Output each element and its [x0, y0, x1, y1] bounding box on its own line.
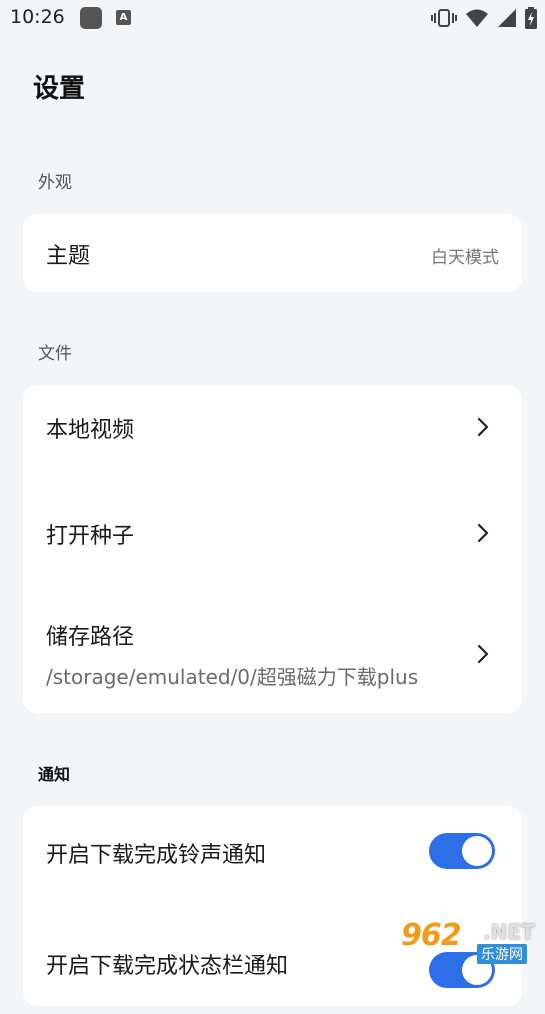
theme-row[interactable]: 主题 白天模式	[23, 214, 522, 292]
open-torrent-label: 打开种子	[46, 524, 135, 549]
wifi-icon	[465, 8, 489, 28]
download-ringtone-label: 开启下载完成铃声通知	[46, 843, 267, 868]
status-bar: 10:26 A	[0, 0, 545, 36]
files-card: 本地视频 打开种子 储存路径 /storage/emulated/0/超强磁力下…	[23, 385, 522, 713]
local-video-label: 本地视频	[46, 418, 135, 443]
watermark-subtitle: 乐游网	[477, 944, 527, 964]
section-label-notifications: 通知	[38, 765, 71, 784]
local-video-row[interactable]: 本地视频	[23, 385, 522, 471]
battery-charging-icon	[525, 7, 537, 29]
status-icons	[431, 6, 537, 30]
theme-value: 白天模式	[431, 248, 499, 268]
storage-path-label: 储存路径	[46, 625, 135, 650]
vibrate-icon	[431, 8, 457, 28]
open-torrent-row[interactable]: 打开种子	[23, 491, 522, 577]
watermark-domain: .NET	[483, 920, 535, 944]
chevron-right-icon	[477, 417, 489, 437]
theme-label: 主题	[46, 244, 91, 269]
chevron-right-icon	[477, 644, 489, 664]
watermark-logo: 962 .NET 乐游网	[401, 918, 539, 964]
chevron-right-icon	[477, 523, 489, 543]
download-ringtone-row: 开启下载完成铃声通知	[23, 806, 522, 896]
notifications-card: 开启下载完成铃声通知 开启下载完成状态栏通知	[23, 806, 522, 1006]
section-label-files: 文件	[38, 344, 72, 364]
storage-path-value: /storage/emulated/0/超强磁力下载plus	[46, 665, 419, 689]
app-badge-icon: A	[116, 10, 131, 25]
page-title: 设置	[33, 74, 86, 104]
download-ringtone-toggle[interactable]	[429, 833, 495, 869]
section-label-appearance: 外观	[38, 173, 72, 193]
download-statusbar-label: 开启下载完成状态栏通知	[46, 954, 289, 979]
status-time: 10:26	[10, 6, 65, 28]
app-notification-icon	[80, 7, 102, 29]
signal-icon	[497, 8, 517, 28]
toggle-knob	[462, 836, 492, 866]
appearance-card: 主题 白天模式	[23, 214, 522, 292]
watermark-brand: 962	[401, 918, 462, 953]
storage-path-row[interactable]: 储存路径 /storage/emulated/0/超强磁力下载plus	[23, 597, 522, 713]
